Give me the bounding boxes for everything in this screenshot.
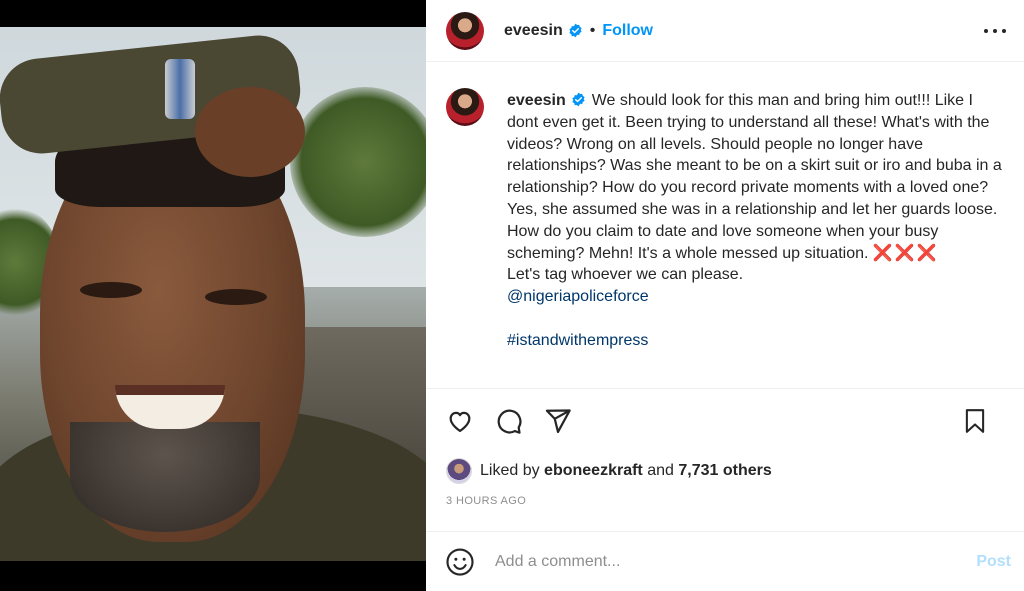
hand xyxy=(195,87,305,177)
beard xyxy=(70,422,260,532)
likes-prefix: Liked by xyxy=(480,462,540,479)
liker-username[interactable]: eboneezkraft xyxy=(544,462,643,480)
verified-badge-icon xyxy=(572,92,585,107)
wristwatch xyxy=(165,59,195,119)
more-options-icon[interactable] xyxy=(984,20,1006,42)
avatar[interactable] xyxy=(446,11,484,50)
heart-icon[interactable] xyxy=(444,405,476,437)
bookmark-icon[interactable] xyxy=(959,405,991,437)
separator-dot: • xyxy=(589,21,596,39)
eye xyxy=(205,289,267,305)
caption-avatar[interactable] xyxy=(446,88,484,126)
eye xyxy=(80,282,142,298)
post-header: eveesin • Follow xyxy=(426,0,1024,62)
comment-bar: Post xyxy=(426,531,1024,591)
follow-button[interactable]: Follow xyxy=(602,22,653,40)
likes-count[interactable]: 7,731 others xyxy=(678,462,771,480)
emoji-icon[interactable] xyxy=(445,547,475,577)
caption-username[interactable]: eveesin xyxy=(507,92,566,109)
comment-icon[interactable] xyxy=(493,405,525,437)
username[interactable]: eveesin xyxy=(504,22,563,40)
post-panel: eveesin • Follow eveesin We should look … xyxy=(426,0,1024,591)
caption-text: We should look for this man and bring hi… xyxy=(507,92,1002,262)
caption: eveesin We should look for this man and … xyxy=(507,90,1007,352)
post-media[interactable] xyxy=(0,0,426,591)
mention-link[interactable]: @nigeriapoliceforce xyxy=(507,288,649,305)
post-photo xyxy=(0,27,426,561)
likes-summary: Liked by eboneezkraft and 7,731 others xyxy=(446,457,772,485)
divider xyxy=(426,388,1024,389)
caption-line: Let's tag whoever we can please. xyxy=(507,266,744,284)
action-bar xyxy=(444,404,1008,438)
caption-area: eveesin We should look for this man and … xyxy=(426,68,1024,387)
verified-badge-icon xyxy=(569,23,582,38)
post-comment-button[interactable]: Post xyxy=(976,553,1011,571)
liker-avatar[interactable] xyxy=(446,458,472,484)
timestamp[interactable]: 3 HOURS AGO xyxy=(446,495,526,507)
share-icon[interactable] xyxy=(542,405,574,437)
likes-and: and xyxy=(647,462,674,479)
x-marks: ❌❌❌ xyxy=(872,244,939,262)
comment-input[interactable] xyxy=(495,552,955,571)
hashtag-link[interactable]: #istandwithempress xyxy=(507,332,648,349)
